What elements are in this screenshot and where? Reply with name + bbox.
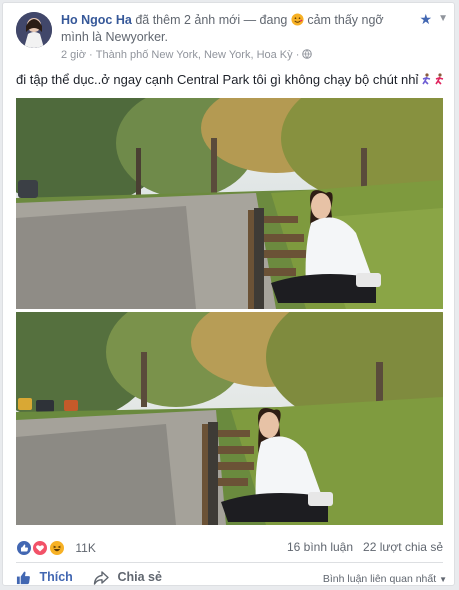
post-photo-1[interactable]: [16, 98, 443, 309]
comments-count[interactable]: 16 bình luận: [287, 540, 353, 554]
caret-down-icon: ▼: [439, 575, 447, 584]
post-header: Ho Ngoc Ha đã thêm 2 ảnh mới — đang cảm …: [61, 12, 413, 46]
post-card: Ho Ngoc Ha đã thêm 2 ảnh mới — đang cảm …: [2, 2, 455, 586]
share-label: Chia sẻ: [117, 570, 162, 584]
like-label: Thích: [39, 570, 73, 584]
post-location[interactable]: Thành phố New York, New York, Hoa Kỳ: [96, 49, 293, 61]
engagement-stats: 16 bình luận 22 lượt chia sẻ: [287, 540, 443, 554]
post-action-text: đã thêm 2 ảnh mới — đang: [135, 13, 288, 27]
author-name[interactable]: Ho Ngoc Ha: [61, 13, 132, 27]
globe-icon[interactable]: [302, 49, 313, 61]
post-message: đi tập thể dục..ở ngay cạnh Central Park…: [16, 72, 448, 87]
share-button[interactable]: Chia sẻ: [93, 570, 162, 585]
like-icon: [16, 539, 32, 556]
star-icon[interactable]: ★: [419, 11, 432, 28]
love-icon: [32, 539, 49, 556]
comment-sort-label: Bình luận liên quan nhất: [322, 573, 437, 585]
thumbs-up-icon: [16, 570, 39, 585]
post-meta: 2 giờ · Thành phố New York, New York, Ho…: [61, 49, 313, 61]
reactions-summary[interactable]: 11K: [16, 539, 96, 557]
chevron-down-icon[interactable]: ▼: [438, 13, 448, 24]
comment-sort-dropdown[interactable]: Bình luận liên quan nhất ▼: [323, 573, 447, 585]
like-button[interactable]: Thích: [16, 570, 73, 585]
post-message-text: đi tập thể dục..ở ngay cạnh Central Park…: [16, 72, 419, 87]
reaction-count: 11K: [75, 540, 96, 555]
haha-icon: [48, 539, 65, 556]
avatar[interactable]: [16, 12, 52, 48]
shares-count[interactable]: 22 lượt chia sẻ: [363, 540, 443, 554]
smiling-face-icon: [291, 13, 307, 27]
post-time[interactable]: 2 giờ: [61, 49, 86, 61]
runner-icon: [422, 72, 448, 87]
share-arrow-icon: [93, 570, 117, 585]
divider: [16, 562, 443, 563]
post-photo-2[interactable]: [16, 312, 443, 525]
